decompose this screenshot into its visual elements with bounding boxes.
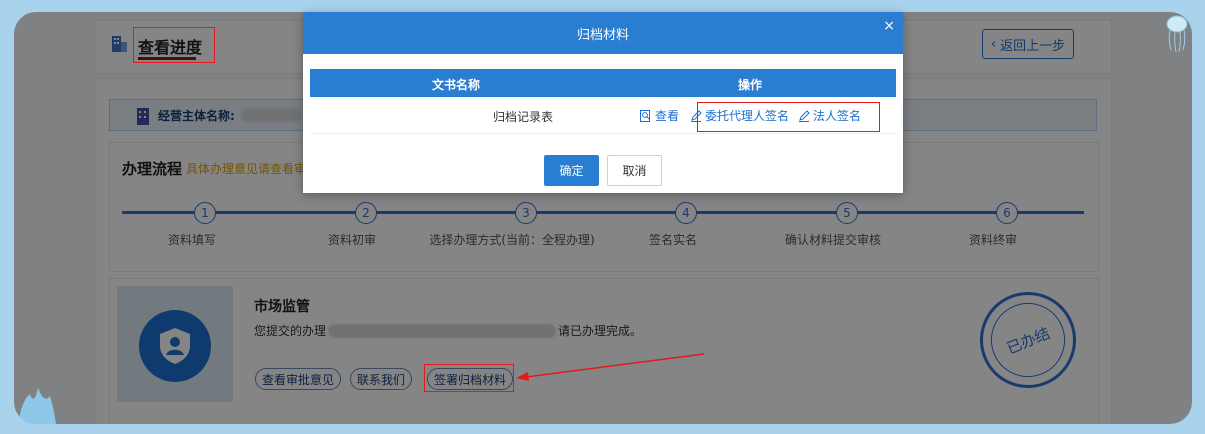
column-operations: 操作 bbox=[738, 78, 763, 92]
card-message-suffix: 请已办理完成。 bbox=[558, 324, 643, 338]
jellyfish-decoration-icon bbox=[1166, 15, 1188, 53]
agent-sign-link[interactable]: 委托代理人签名 bbox=[690, 107, 789, 124]
step-4-label: 签名实名 bbox=[648, 233, 698, 247]
page-title: 查看进度 bbox=[138, 38, 203, 57]
process-note: 具体办理意见请查看审 bbox=[186, 162, 307, 176]
step-5-label: 确认材料提交审核 bbox=[784, 233, 882, 247]
process-title: 办理流程 bbox=[122, 160, 183, 178]
magnify-document-icon bbox=[640, 109, 650, 122]
completed-stamp: 已办结 bbox=[979, 291, 1077, 389]
sign-archive-button[interactable]: 签署归档材料 bbox=[427, 368, 514, 390]
step-2-label: 资料初审 bbox=[327, 233, 377, 247]
agent-sign-label: 委托代理人签名 bbox=[705, 109, 790, 123]
market-supervision-logo bbox=[117, 286, 233, 402]
table-header: 文书名称 操作 bbox=[310, 69, 896, 97]
card-message: 您提交的办理 请已办理完成。 bbox=[254, 322, 642, 339]
back-button[interactable]: ‹ 返回上一步 bbox=[982, 29, 1074, 59]
back-label: 返回上一步 bbox=[1000, 38, 1066, 54]
archive-modal: 归档材料 × 文书名称 操作 归档记录表 查看 委托代理人签名 法人签名 确定 … bbox=[303, 12, 903, 193]
modal-header: 归档材料 × bbox=[303, 12, 903, 54]
step-4-circle: 4 bbox=[675, 202, 697, 224]
title-underline bbox=[138, 57, 196, 60]
column-doc-name: 文书名称 bbox=[432, 78, 481, 92]
pen-icon bbox=[691, 109, 702, 122]
redacted-item bbox=[328, 323, 557, 338]
legal-sign-label: 法人签名 bbox=[813, 109, 862, 123]
cancel-button[interactable]: 取消 bbox=[607, 155, 662, 186]
modal-title: 归档材料 bbox=[576, 27, 629, 43]
progress-track bbox=[122, 211, 1084, 214]
card-message-prefix: 您提交的办理 bbox=[254, 324, 327, 338]
view-approval-button[interactable]: 查看审批意见 bbox=[255, 368, 342, 390]
card-title: 市场监管 bbox=[254, 299, 310, 315]
close-icon[interactable]: × bbox=[883, 18, 895, 34]
chevron-left-icon: ‹ bbox=[990, 36, 997, 52]
doc-name-cell: 归档记录表 bbox=[493, 110, 554, 124]
step-1-circle: 1 bbox=[194, 202, 216, 224]
step-6-label: 资料终审 bbox=[968, 233, 1018, 247]
step-1-label: 资料填写 bbox=[167, 233, 217, 247]
annotation-arrow bbox=[516, 353, 705, 381]
step-5-circle: 5 bbox=[836, 202, 858, 224]
legal-sign-link[interactable]: 法人签名 bbox=[798, 107, 861, 124]
building-icon bbox=[137, 108, 149, 125]
contact-us-button[interactable]: 联系我们 bbox=[350, 368, 413, 390]
building-icon bbox=[112, 36, 127, 52]
confirm-button[interactable]: 确定 bbox=[544, 155, 599, 186]
coral-decoration-icon bbox=[18, 388, 56, 424]
view-link-label: 查看 bbox=[655, 109, 680, 123]
step-3-circle: 3 bbox=[515, 202, 537, 224]
step-2-circle: 2 bbox=[355, 202, 377, 224]
step-3-label: 选择办理方式(当前：全程办理) bbox=[429, 233, 595, 247]
stamp-text: 已办结 bbox=[979, 291, 1077, 389]
table-row: 归档记录表 查看 委托代理人签名 法人签名 bbox=[310, 97, 896, 134]
view-link[interactable]: 查看 bbox=[640, 107, 679, 124]
redacted-entity-name bbox=[240, 108, 301, 122]
pen-icon bbox=[799, 109, 810, 122]
entity-label: 经营主体名称: bbox=[158, 108, 235, 123]
step-6-circle: 6 bbox=[996, 202, 1018, 224]
shield-user-icon bbox=[139, 310, 211, 382]
